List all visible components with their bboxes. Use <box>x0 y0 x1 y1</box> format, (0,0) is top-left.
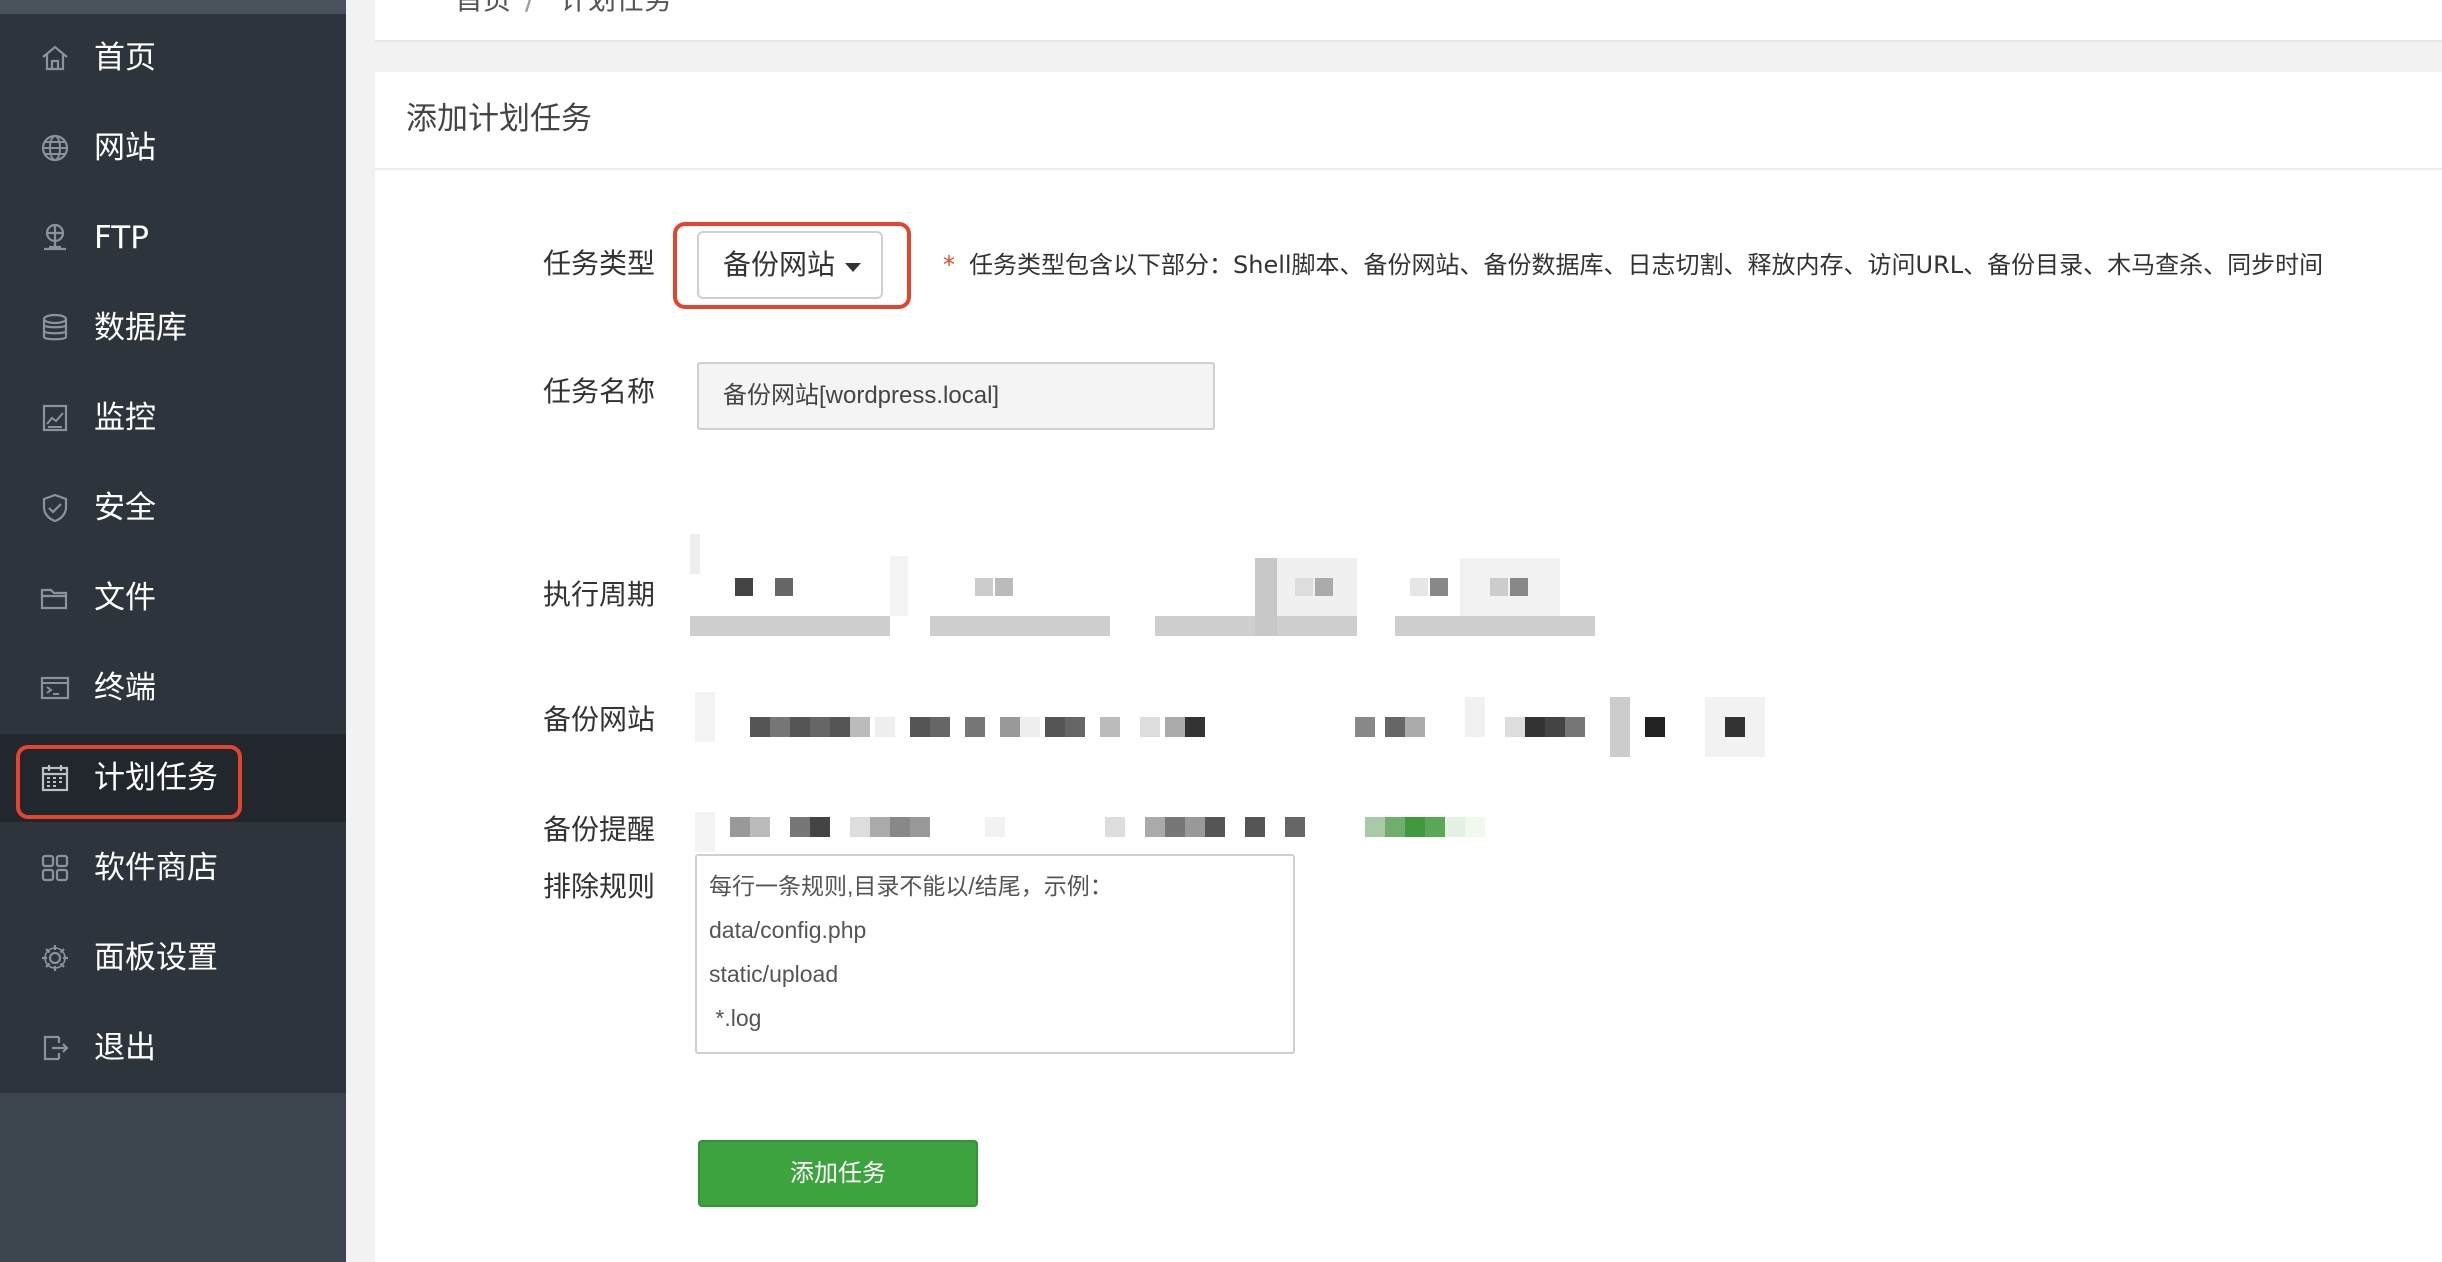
logout-icon <box>37 1030 73 1066</box>
add-cron-panel: 添加计划任务 任务类型 备份网站 * 任务类型包含以下部分：Shell脚本、备份… <box>375 72 2442 1262</box>
sidebar-item-files[interactable]: 文件 <box>0 554 346 642</box>
panel-title: 添加计划任务 <box>406 101 592 137</box>
cycle-label: 执行周期 <box>543 578 656 611</box>
sidebar-item-ftp[interactable]: FTP <box>0 194 346 282</box>
sidebar-item-logout[interactable]: 退出 <box>0 1004 346 1092</box>
sidebar-item-home[interactable]: 首页 <box>0 14 346 102</box>
breadcrumb-separator: / <box>525 0 534 16</box>
backup-notify-label: 备份提醒 <box>543 813 656 846</box>
task-type-value: 备份网站 <box>723 248 836 281</box>
task-type-label: 任务类型 <box>543 247 656 280</box>
sidebar-item-database[interactable]: 数据库 <box>0 284 346 372</box>
shield-icon <box>37 490 73 526</box>
required-star: * <box>943 251 955 279</box>
gear-icon <box>37 940 73 976</box>
sidebar-item-cron[interactable]: 计划任务 <box>0 734 346 822</box>
sidebar-top-strip <box>0 0 346 14</box>
caret-down-icon <box>845 263 861 272</box>
exclude-line: data/config.php <box>709 917 867 943</box>
home-icon <box>423 0 445 8</box>
sidebar-item-terminal[interactable]: 终端 <box>0 644 346 732</box>
cycle-controls-pixelated[interactable] <box>690 486 1595 646</box>
folder-icon <box>37 580 73 616</box>
sidebar-item-label: 文件 <box>94 580 156 616</box>
task-name-label: 任务名称 <box>543 375 656 408</box>
task-name-input[interactable]: 备份网站[wordpress.local] <box>697 362 1215 430</box>
sidebar-item-monitor[interactable]: 监控 <box>0 374 346 462</box>
sidebar: 首页 网站 FTP 数据库 监控 安全 文件 终端 计划任务 软件商店 面板设置… <box>0 0 346 1262</box>
backup-site-label: 备份网站 <box>543 703 656 736</box>
task-type-select[interactable]: 备份网站 <box>697 231 883 299</box>
home-icon <box>37 40 73 76</box>
sidebar-item-store[interactable]: 软件商店 <box>0 824 346 912</box>
sidebar-item-label: 终端 <box>94 670 156 706</box>
sidebar-item-label: 计划任务 <box>94 760 218 796</box>
sidebar-item-label: FTP <box>94 220 149 256</box>
database-icon <box>37 310 73 346</box>
sidebar-item-label: 退出 <box>94 1030 156 1066</box>
panel-divider <box>375 168 2442 170</box>
terminal-icon <box>37 670 73 706</box>
sidebar-item-security[interactable]: 安全 <box>0 464 346 552</box>
sidebar-item-label: 网站 <box>94 130 156 166</box>
ftp-icon <box>37 220 73 256</box>
sidebar-item-label: 面板设置 <box>94 940 218 976</box>
backup-notify-select-pixelated[interactable] <box>695 792 1995 862</box>
backup-site-select-pixelated[interactable] <box>695 672 2295 762</box>
exclude-rules-textarea[interactable]: 每行一条规则,目录不能以/结尾，示例： data/config.php stat… <box>695 854 1295 1054</box>
exclude-label: 排除规则 <box>543 870 656 903</box>
exclude-line: *.log <box>709 1005 762 1031</box>
exclude-line: static/upload <box>709 961 839 987</box>
sidebar-item-website[interactable]: 网站 <box>0 104 346 192</box>
apps-icon <box>37 850 73 886</box>
sidebar-item-label: 软件商店 <box>94 850 218 886</box>
calendar-icon <box>37 760 73 796</box>
breadcrumb-home-link[interactable]: 首页 <box>455 0 511 16</box>
sidebar-item-label: 安全 <box>94 490 156 526</box>
sidebar-item-settings[interactable]: 面板设置 <box>0 914 346 1002</box>
sidebar-menu: 首页 网站 FTP 数据库 监控 安全 文件 终端 计划任务 软件商店 面板设置… <box>0 14 346 1093</box>
sidebar-item-label: 首页 <box>94 40 156 76</box>
breadcrumb-current: 计划任务 <box>560 0 672 16</box>
add-task-button[interactable]: 添加任务 <box>698 1140 978 1207</box>
monitor-icon <box>37 400 73 436</box>
globe-icon <box>37 130 73 166</box>
sidebar-item-label: 数据库 <box>94 310 187 346</box>
breadcrumb: 首页 / 计划任务 <box>375 0 2442 42</box>
exclude-line: 每行一条规则,目录不能以/结尾，示例： <box>709 873 1113 899</box>
sidebar-item-label: 监控 <box>94 400 156 436</box>
task-type-hint: 任务类型包含以下部分：Shell脚本、备份网站、备份数据库、日志切割、释放内存、… <box>969 251 2324 279</box>
